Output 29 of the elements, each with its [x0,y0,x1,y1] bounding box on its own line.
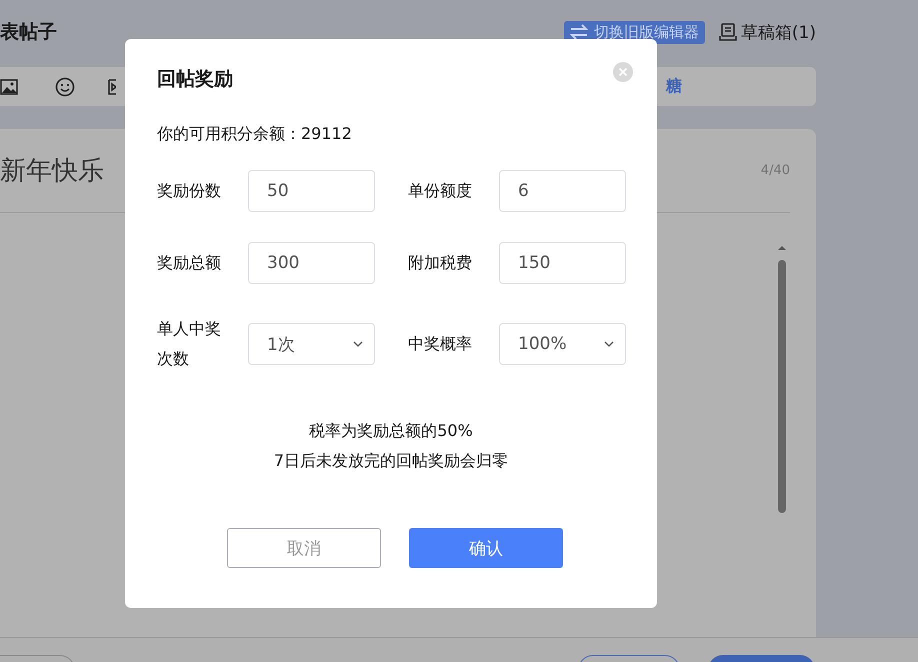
note-text: 7日后未发放完的回帖奖励会归零 [272,450,510,472]
input-field[interactable]: 300 [248,242,375,284]
field-label: 附加税费 [408,252,473,274]
select-field[interactable]: 100% [499,323,626,365]
chevron-down-icon [353,341,363,347]
page-title: 表帖子 [0,20,58,45]
smiley-icon[interactable] [55,76,75,96]
input-field[interactable]: 50 [248,170,375,212]
drafts-button[interactable]: 草稿箱(1) [718,20,816,44]
video-icon[interactable] [108,78,116,94]
close-icon[interactable] [613,62,633,82]
image-icon[interactable] [0,78,18,94]
scrollbar[interactable] [776,243,788,513]
input-field[interactable]: 6 [499,170,626,212]
confirm-button[interactable]: 确认 [409,528,563,568]
field-label: 单人中奖次数 [157,318,222,370]
dialog-title: 回帖奖励 [157,67,233,92]
balance-text: 你的可用积分余额：29112 [157,123,353,145]
field-label: 单份额度 [408,180,473,202]
drafts-tray-icon [718,23,737,41]
title-counter: 4/40 [760,163,790,178]
input-field[interactable]: 150 [499,242,626,284]
field-label: 中奖概率 [408,333,473,355]
note-text: 税率为奖励总额的50% [308,420,474,442]
swap-arrows-icon [570,24,588,40]
field-label: 奖励总额 [157,252,222,274]
field-label: 奖励份数 [157,180,222,202]
select-field[interactable]: 1次 [248,323,375,365]
chevron-down-icon [604,341,614,347]
